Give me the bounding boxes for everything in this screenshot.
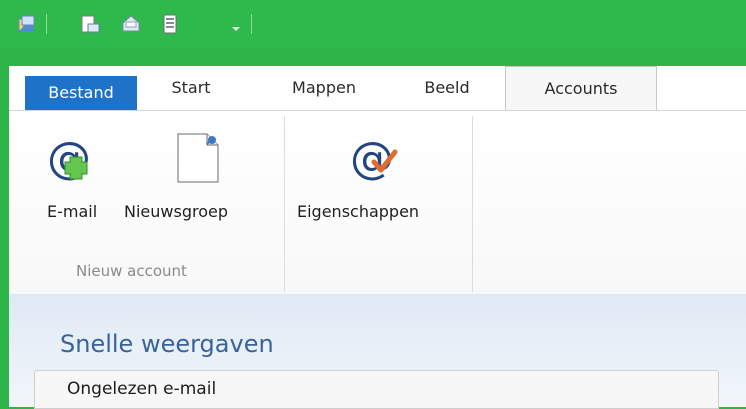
quick-view-row-unread[interactable]: Ongelezen e-mail [34, 370, 719, 409]
quick-access-toolbar [0, 0, 746, 48]
mail-app-icon[interactable] [16, 13, 38, 35]
section-title: Snelle weergaven [60, 330, 274, 358]
group-label-new-account: Nieuw account [76, 262, 187, 280]
newsgroup-account-label: Nieuwsgroep [124, 202, 228, 221]
svg-text:@: @ [47, 133, 91, 184]
email-account-label: E-mail [47, 202, 98, 221]
chevron-down-icon[interactable] [232, 27, 240, 31]
send-receive-icon[interactable] [120, 13, 142, 35]
tab-folders[interactable]: Mappen [264, 66, 384, 110]
quick-view-row-label: Ongelezen e-mail [67, 379, 217, 399]
tab-view[interactable]: Beeld [394, 66, 500, 110]
at-plus-icon: @ [47, 133, 91, 184]
tab-accounts[interactable]: Accounts [505, 66, 657, 112]
at-check-icon: @ [350, 133, 398, 184]
tab-file[interactable]: Bestand [25, 76, 137, 110]
ribbon-group-separator [472, 116, 473, 292]
tab-start[interactable]: Start [149, 66, 233, 110]
properties-label: Eigenschappen [297, 202, 420, 221]
address-book-icon[interactable] [160, 13, 182, 35]
properties-button[interactable]: @ Eigenschappen [297, 130, 455, 280]
document-pin-icon [177, 133, 219, 183]
toolbar-separator [251, 14, 252, 34]
toolbar-separator [46, 14, 47, 34]
new-mail-icon[interactable] [79, 14, 101, 36]
newsgroup-account-button[interactable]: Nieuwsgroep [124, 130, 264, 280]
ribbon-group-separator [284, 116, 285, 292]
email-account-button[interactable]: @ E-mail [41, 130, 98, 280]
ribbon-tabs: Bestand Start Mappen Beeld Accounts [9, 66, 746, 112]
